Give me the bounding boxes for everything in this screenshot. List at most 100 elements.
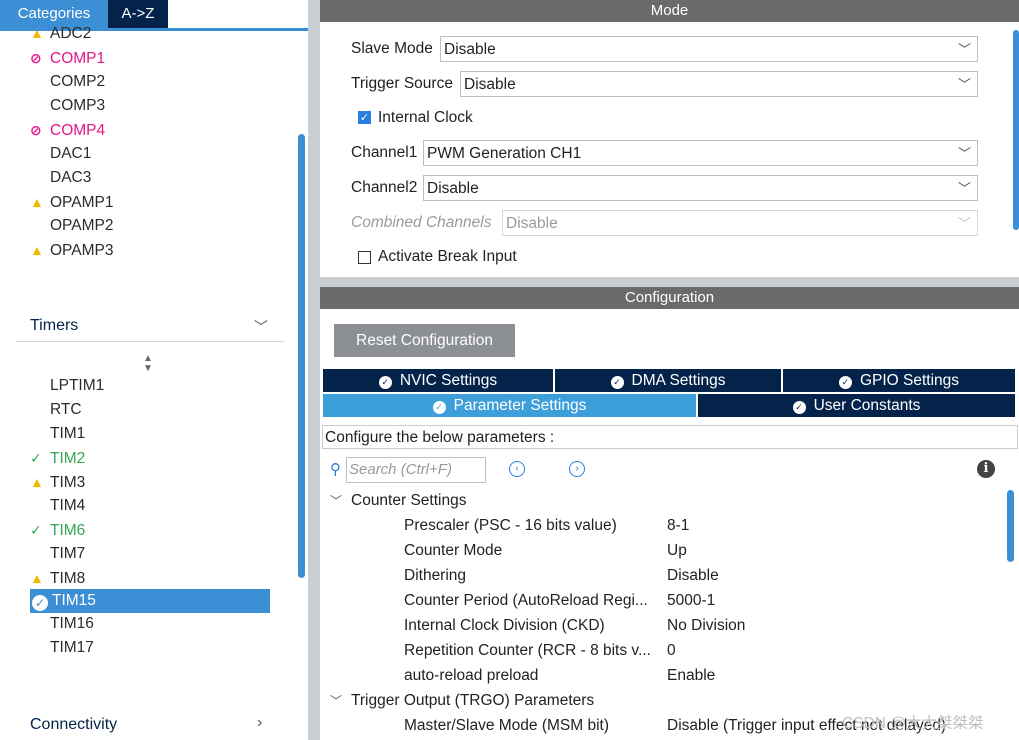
list-item-tim8[interactable]: ▲ TIM8 [30,566,85,590]
value-prescaler[interactable]: 8-1 [667,513,689,538]
list-item-opamp1[interactable]: ▲ OPAMP1 [30,190,113,214]
reset-configuration-button[interactable]: Reset Configuration [334,324,515,357]
tab-categories[interactable]: Categories [0,0,108,28]
list-item-tim15[interactable]: ✓ TIM15 [32,589,96,613]
value-clock-division[interactable]: No Division [667,613,745,638]
chevron-down-icon[interactable]: ﹀ [254,317,268,337]
check-icon: ✓ [30,522,42,538]
channel2-select[interactable]: Disable ﹀ [423,175,978,201]
tab-user-constants[interactable]: ✓ User Constants [698,394,1015,417]
chevron-down-icon: ﹀ [957,42,971,57]
categories-panel: Categories A->Z ▲ ADC2 ⊘ COMP1 COMP2 COMP3… [0,0,308,740]
configuration-header: Configuration [320,287,1019,309]
list-item-tim16[interactable]: TIM16 [30,612,94,636]
chevron-down-icon: ﹀ [330,694,343,708]
list-item-comp2[interactable]: COMP2 [30,70,105,94]
list-item-opamp3[interactable]: ▲ OPAMP3 [30,238,113,262]
category-connectivity[interactable]: Connectivity [30,712,117,738]
warning-icon: ▲ [30,25,44,41]
tab-nvic-settings[interactable]: ✓ NVIC Settings [323,369,553,392]
scrollbar-thumb[interactable] [1007,490,1014,562]
slave-mode-label: Slave Mode [351,40,433,57]
check-circle-icon: ✓ [610,376,624,389]
check-circle-icon: ✓ [378,376,392,389]
check-circle-icon: ✓ [792,401,806,414]
scrollbar-thumb[interactable] [1013,30,1019,230]
warning-icon: ▲ [30,570,44,586]
warning-icon: ▲ [30,474,44,490]
group-trgo-parameters[interactable]: ﹀ Trigger Output (TRGO) Parameters [330,688,594,713]
value-repetition-counter[interactable]: 0 [667,638,676,663]
check-icon: ✓ [30,450,42,466]
list-item-lptim1[interactable]: LPTIM1 [30,374,104,398]
blocked-icon: ⊘ [30,50,42,66]
chevron-down-icon: ﹀ [957,181,971,196]
list-item-tim17[interactable]: TIM17 [30,636,94,660]
blocked-icon: ⊘ [30,122,42,138]
list-item-dac1[interactable]: DAC1 [30,142,91,166]
param-prescaler[interactable]: Prescaler (PSC - 16 bits value) [404,513,617,538]
divider [16,341,284,342]
chevron-down-icon: ﹀ [957,146,971,161]
search-next-icon[interactable]: › [569,461,585,477]
list-item-tim6[interactable]: ✓ TIM6 [30,518,85,542]
list-item-tim1[interactable]: TIM1 [30,422,85,446]
splitter[interactable] [320,277,1019,287]
channel1-select[interactable]: PWM Generation CH1 ﹀ [423,140,978,166]
combined-channels-select: Disable ﹀ [502,210,978,236]
tab-parameter-settings[interactable]: ✓ Parameter Settings [323,394,696,417]
internal-clock-checkbox[interactable]: ✓ [358,111,371,124]
chevron-down-icon: ﹀ [957,216,971,231]
param-auto-reload-preload[interactable]: auto-reload preload [404,663,538,688]
tab-a-to-z[interactable]: A->Z [108,0,168,28]
sort-icon[interactable]: ▲ ▼ [143,354,153,374]
value-auto-reload-preload[interactable]: Enable [667,663,715,688]
check-circle-icon: ✓ [32,595,48,611]
scrollbar-thumb[interactable] [298,134,305,578]
tab-gpio-settings[interactable]: ✓ GPIO Settings [783,369,1015,392]
category-timers[interactable]: Timers [30,313,78,339]
search-previous-icon[interactable]: ‹ [509,461,525,477]
panel-divider[interactable] [308,0,320,740]
group-counter-settings[interactable]: ﹀ Counter Settings [330,488,466,513]
search-icon: ⚲ [330,461,341,478]
list-item-opamp2[interactable]: OPAMP2 [30,214,113,238]
value-dithering[interactable]: Disable [667,563,719,588]
break-input-checkbox[interactable] [358,251,371,264]
warning-icon: ▲ [30,242,44,258]
list-item-comp4[interactable]: ⊘ COMP4 [30,118,105,142]
break-input-label: Activate Break Input [378,248,517,265]
param-master-slave-mode[interactable]: Master/Slave Mode (MSM bit) [404,713,609,738]
param-counter-mode[interactable]: Counter Mode [404,538,502,563]
list-item-comp1[interactable]: ⊘ COMP1 [30,46,105,70]
value-counter-period[interactable]: 5000-1 [667,588,715,613]
mode-header: Mode [320,0,1019,22]
chevron-down-icon: ﹀ [330,494,343,508]
list-item-tim7[interactable]: TIM7 [30,542,85,566]
slave-mode-select[interactable]: Disable ﹀ [440,36,978,62]
list-item-comp3[interactable]: COMP3 [30,94,105,118]
param-clock-division[interactable]: Internal Clock Division (CKD) [404,613,605,638]
tab-dma-settings[interactable]: ✓ DMA Settings [555,369,781,392]
list-item-tim3[interactable]: ▲ TIM3 [30,470,85,494]
param-repetition-counter[interactable]: Repetition Counter (RCR - 8 bits v... [404,638,651,663]
list-item-tim4[interactable]: TIM4 [30,494,85,518]
trigger-source-label: Trigger Source [351,75,453,92]
param-dithering[interactable]: Dithering [404,563,466,588]
list-item-rtc[interactable]: RTC [30,398,82,422]
list-item-tim2[interactable]: ✓ TIM2 [30,446,85,470]
chevron-right-icon[interactable]: › [257,714,262,732]
channel1-label: Channel1 [351,144,418,161]
list-item-adc2[interactable]: ▲ ADC2 [30,25,91,41]
trigger-source-select[interactable]: Disable ﹀ [460,71,978,97]
combined-channels-label: Combined Channels [351,214,492,231]
category-tabs: Categories A->Z [0,0,308,28]
configure-note: Configure the below parameters : [322,425,1018,449]
list-item-dac3[interactable]: DAC3 [30,166,91,190]
chevron-down-icon: ﹀ [957,77,971,92]
search-input[interactable]: Search (Ctrl+F) [346,457,486,483]
param-counter-period[interactable]: Counter Period (AutoReload Regi... [404,588,648,613]
info-icon[interactable]: i [977,460,995,478]
value-counter-mode[interactable]: Up [667,538,687,563]
watermark: CSDN @大大桀桀桀 [842,715,984,732]
